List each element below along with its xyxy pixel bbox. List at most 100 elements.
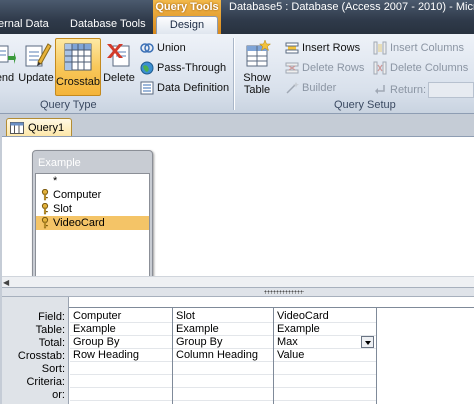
window-title: Database5 : Database (Access 2007 - 2010… <box>229 1 474 13</box>
crosstab-button[interactable]: Crosstab <box>55 38 101 96</box>
document-tab-bar: Query1 <box>0 114 474 136</box>
title-bar: ernal Data Database Tools Query Tools De… <box>0 0 474 34</box>
row-label-total: Total: <box>38 337 65 349</box>
show-table-label-line1: Show <box>243 72 271 84</box>
return-icon <box>373 83 387 97</box>
field-item-all[interactable]: * <box>36 174 149 188</box>
pass-through-label: Pass-Through <box>157 62 227 74</box>
cell-total[interactable]: Group By <box>70 336 172 349</box>
tab-design[interactable]: Design <box>156 16 218 34</box>
delete-query-label: Delete <box>103 72 135 84</box>
cell-or[interactable] <box>70 388 172 401</box>
row-label-crosstab: Crosstab: <box>17 350 65 362</box>
append-label: end <box>0 72 15 84</box>
column-selector-strip[interactable] <box>69 297 474 307</box>
primary-key-icon <box>41 189 49 201</box>
crosstab-label: Crosstab <box>56 76 101 88</box>
cell-criteria[interactable] <box>274 375 376 388</box>
data-definition-button[interactable]: Data Definition <box>140 80 229 96</box>
return-label: Return: <box>390 84 427 96</box>
primary-key-icon <box>41 217 49 229</box>
union-icon <box>140 41 154 55</box>
show-table-button[interactable]: Show Table <box>239 38 275 96</box>
pane-splitter[interactable] <box>2 287 474 297</box>
splitter-grip-icon[interactable] <box>264 290 304 294</box>
builder-wand-icon <box>285 81 299 95</box>
show-table-label-line2: Table <box>243 84 271 96</box>
show-table-icon <box>241 38 273 70</box>
insert-columns-button[interactable]: Insert Columns <box>373 40 464 56</box>
grid-column-2: Slot Example Group By Column Heading <box>173 308 274 404</box>
field-list: * Computer Slot VideoCard <box>35 173 150 280</box>
primary-key-icon <box>41 203 49 215</box>
cell-sort[interactable] <box>274 362 376 375</box>
cell-or[interactable] <box>173 388 273 401</box>
field-label: VideoCard <box>53 217 105 229</box>
cell-crosstab[interactable]: Column Heading <box>173 349 273 362</box>
cell-crosstab[interactable]: Value <box>274 349 376 362</box>
update-label: Update <box>18 72 54 84</box>
cell-criteria[interactable] <box>70 375 172 388</box>
delete-rows-label: Delete Rows <box>302 62 365 74</box>
update-icon <box>20 38 52 70</box>
horizontal-scrollbar[interactable]: ◀ <box>2 276 474 287</box>
table-pane[interactable]: Example * Computer Slot VideoCard <box>2 136 474 283</box>
dropdown-arrow-icon[interactable] <box>361 336 374 348</box>
cell-criteria[interactable] <box>173 375 273 388</box>
pass-through-button[interactable]: Pass-Through <box>140 60 226 76</box>
cell-table[interactable]: Example <box>274 323 376 336</box>
union-button[interactable]: Union <box>140 40 186 56</box>
insert-rows-button[interactable]: Insert Rows <box>285 40 360 56</box>
cell-field[interactable]: Slot <box>173 310 273 323</box>
table-title[interactable]: Example <box>38 157 81 169</box>
field-item-computer[interactable]: Computer <box>36 188 149 202</box>
query-tools-label: Query Tools <box>155 1 219 13</box>
return-input[interactable] <box>428 82 474 98</box>
query-design-grid: Field: Table: Total: Crosstab: Sort: Cri… <box>2 297 474 404</box>
field-item-slot[interactable]: Slot <box>36 202 149 216</box>
cell-sort[interactable] <box>70 362 172 375</box>
builder-button[interactable]: Builder <box>285 80 336 96</box>
table-field-list-window[interactable]: Example * Computer Slot VideoCard <box>32 150 153 283</box>
cell-total[interactable]: Group By <box>173 336 273 349</box>
document-tab-label: Query1 <box>28 121 65 134</box>
append-button[interactable]: end <box>0 38 16 84</box>
field-item-videocard[interactable]: VideoCard <box>36 216 149 230</box>
crosstab-icon <box>62 42 94 74</box>
delete-query-button[interactable]: Delete <box>102 38 136 84</box>
delete-rows-button[interactable]: Delete Rows <box>285 60 364 76</box>
query-icon <box>10 121 24 134</box>
scroll-left-arrow-icon[interactable]: ◀ <box>3 278 9 287</box>
cell-crosstab[interactable]: Row Heading <box>70 349 172 362</box>
query-setup-group-label: Query Setup <box>334 99 396 111</box>
ribbon: end Update Crosstab <box>0 34 474 114</box>
union-label: Union <box>157 42 186 54</box>
tab-external-data[interactable]: ernal Data <box>0 18 49 30</box>
cell-total[interactable]: Max <box>274 336 376 349</box>
document-tab-query1[interactable]: Query1 <box>6 118 72 136</box>
field-label: * <box>53 175 58 187</box>
cell-table[interactable]: Example <box>70 323 172 336</box>
cell-table[interactable]: Example <box>173 323 273 336</box>
delete-rows-icon <box>285 61 299 75</box>
row-label-table: Table: <box>35 324 65 336</box>
grid-column-1: Computer Example Group By Row Heading <box>70 308 173 404</box>
field-label: Computer <box>53 189 102 201</box>
cell-or[interactable] <box>274 388 376 401</box>
grid-column-3: VideoCard Example Max Value <box>274 308 377 404</box>
insert-columns-icon <box>373 41 387 55</box>
cell-field[interactable]: VideoCard <box>274 310 376 323</box>
insert-rows-icon <box>285 41 299 55</box>
update-button[interactable]: Update <box>17 38 55 84</box>
delete-query-icon <box>103 38 135 70</box>
row-label-or: or: <box>52 389 65 401</box>
delete-columns-label: Delete Columns <box>390 62 469 74</box>
row-label-criteria: Criteria: <box>26 376 65 388</box>
cell-sort[interactable] <box>173 362 273 375</box>
tab-database-tools[interactable]: Database Tools <box>70 18 146 30</box>
append-icon <box>0 38 16 70</box>
cell-field[interactable]: Computer <box>70 310 172 323</box>
data-definition-icon <box>140 81 154 95</box>
delete-columns-button[interactable]: Delete Columns <box>373 60 468 76</box>
data-definition-label: Data Definition <box>157 82 230 94</box>
